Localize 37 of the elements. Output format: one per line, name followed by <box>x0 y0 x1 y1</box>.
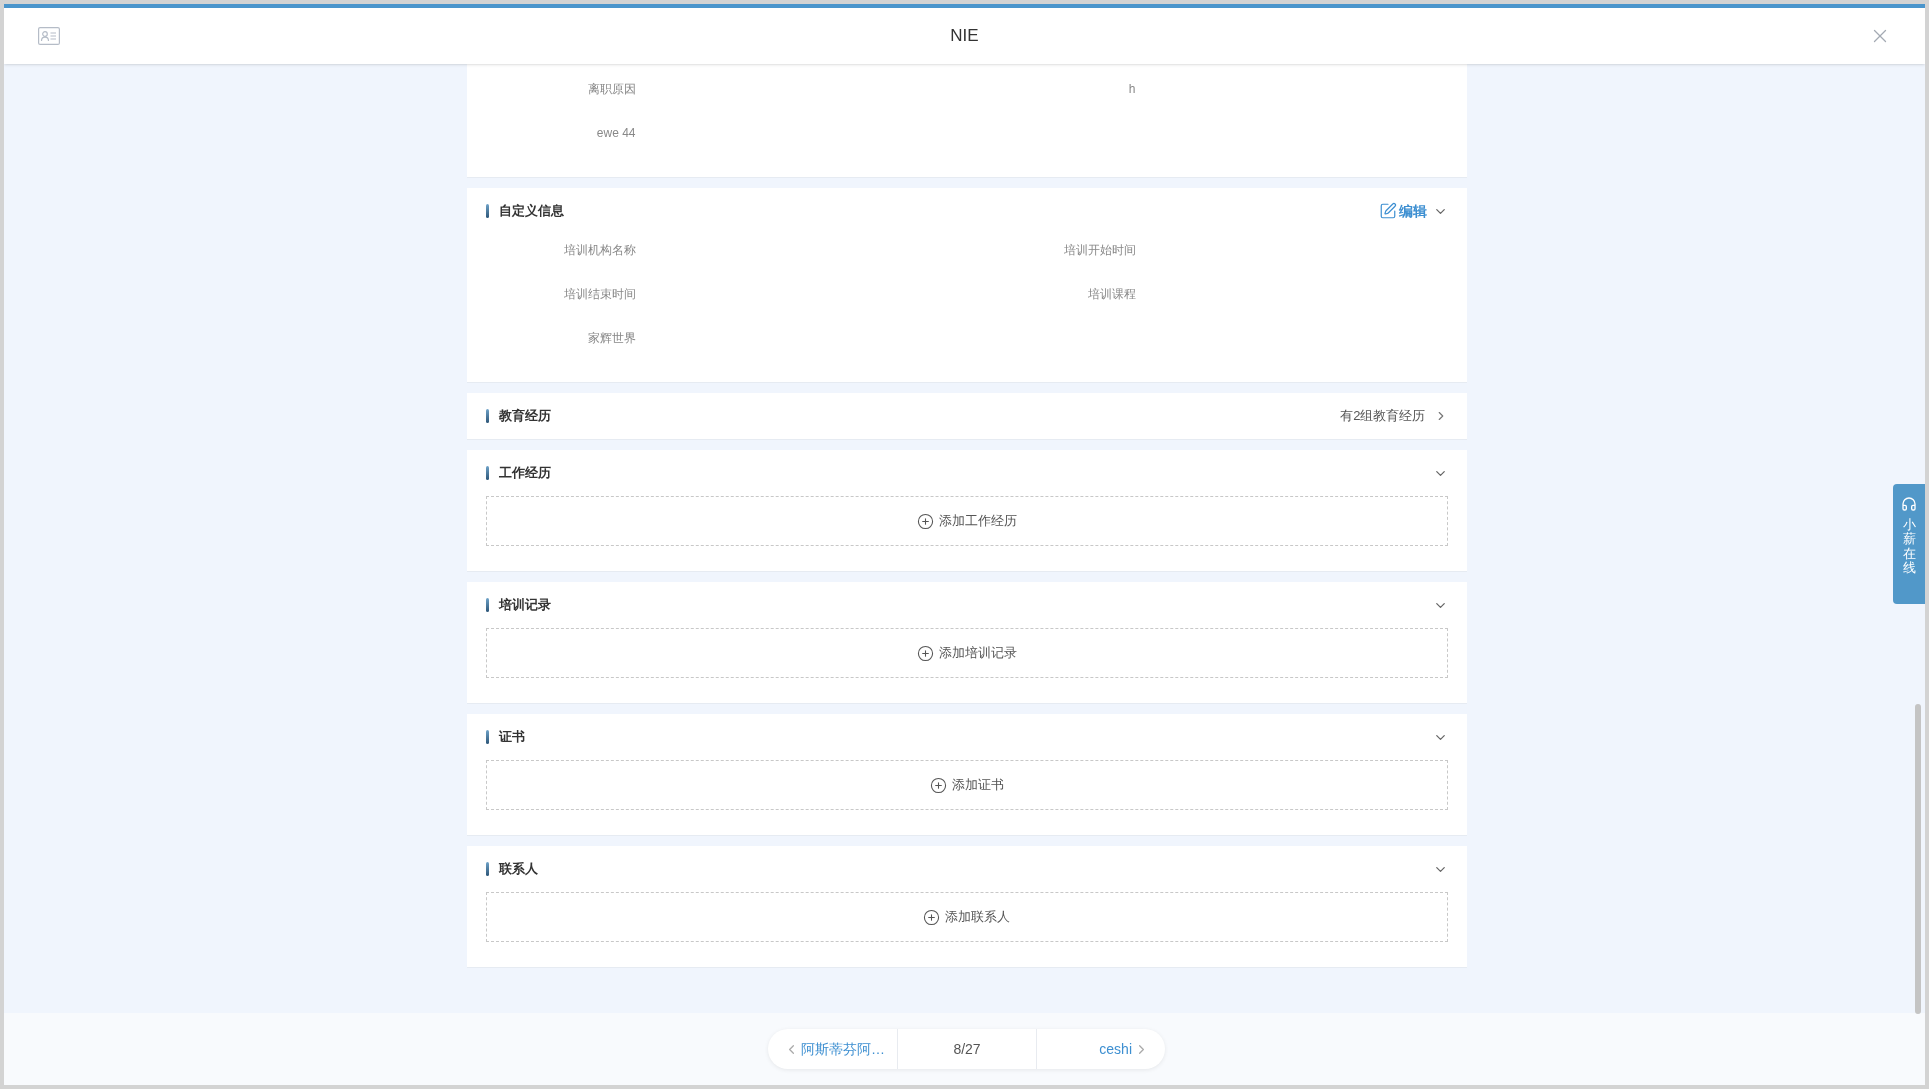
section-title: 教育经历 <box>498 407 551 426</box>
section-title: 证书 <box>498 728 525 747</box>
next-record-link[interactable]: ceshi <box>1037 1029 1165 1069</box>
add-entry-button[interactable]: 添加联系人 <box>485 892 1448 942</box>
section-marker <box>485 598 489 612</box>
field-label: 家辉世界 <box>586 330 636 347</box>
add-icon <box>929 776 947 794</box>
edit-icon <box>1378 202 1397 220</box>
add-entry-button[interactable]: 添加培训记录 <box>485 628 1448 678</box>
field-label: 培训课程 <box>1086 286 1136 303</box>
window-title: NIE <box>950 25 979 48</box>
field-label: 培训机构名称 <box>562 242 636 259</box>
add-entry-button[interactable]: 添加证书 <box>485 760 1448 810</box>
section-title: 工作经历 <box>498 464 551 483</box>
section-title: 自定义信息 <box>498 202 564 221</box>
add-icon <box>916 512 934 530</box>
section-marker <box>485 204 489 218</box>
add-entry-button[interactable]: 添加工作经历 <box>485 496 1448 546</box>
contact-card-icon <box>38 27 60 45</box>
field-label: 培训结束时间 <box>562 286 636 303</box>
edit-button[interactable]: 编辑 <box>1378 200 1427 222</box>
section-marker <box>485 862 489 876</box>
section-title: 培训记录 <box>498 596 551 615</box>
section-title: 联系人 <box>498 860 538 879</box>
add-icon <box>923 908 940 926</box>
previous-record-link[interactable]: 阿斯蒂芬阿… <box>768 1029 898 1069</box>
field-label: ewe 44 <box>595 125 636 142</box>
section-marker <box>485 466 489 480</box>
section-marker <box>485 409 489 423</box>
add-icon <box>916 644 934 662</box>
headset-icon <box>1901 496 1917 512</box>
field-label: 离职原因 <box>586 81 636 98</box>
education-summary-link[interactable]: 有2组教育经历 <box>1340 406 1448 426</box>
field-label: 培训开始时间 <box>1062 242 1136 259</box>
record-position: 8/27 <box>898 1029 1037 1069</box>
field-label: h <box>1127 81 1136 98</box>
section-marker <box>485 730 489 744</box>
